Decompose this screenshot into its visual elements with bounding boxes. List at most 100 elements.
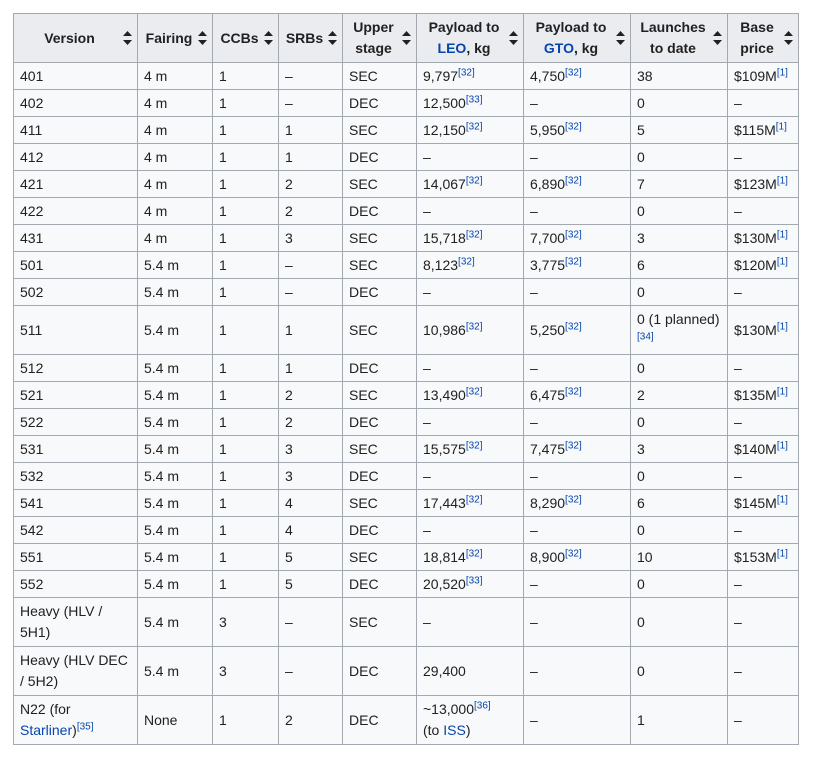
- cell-srbs: 1: [278, 143, 343, 171]
- sort-icon[interactable]: [198, 31, 207, 45]
- citation-link[interactable]: [32]: [565, 440, 582, 451]
- sort-icon[interactable]: [402, 31, 411, 45]
- launches-value: 10: [637, 548, 653, 565]
- header-link-gto[interactable]: GTO: [544, 40, 574, 56]
- citation-link[interactable]: [1]: [777, 229, 788, 240]
- citation-link[interactable]: [32]: [466, 548, 483, 559]
- cell-price: $120M[1]: [727, 251, 799, 279]
- column-header-gto[interactable]: Payload to GTO, kg: [523, 13, 631, 63]
- citation-link[interactable]: [32]: [565, 321, 582, 332]
- leo-value: 12,150: [423, 121, 466, 138]
- citation-link[interactable]: [32]: [565, 548, 582, 559]
- cell-launches: 38: [630, 62, 728, 90]
- column-header-fairing[interactable]: Fairing: [137, 13, 213, 63]
- cell-leo: 10,986[32]: [416, 305, 524, 355]
- sort-icon[interactable]: [509, 31, 518, 45]
- cell-leo: 12,150[32]: [416, 116, 524, 144]
- cell-upper: SEC: [342, 597, 417, 647]
- citation-link[interactable]: [1]: [777, 256, 788, 267]
- cell-upper: SEC: [342, 305, 417, 355]
- cell-version: 411: [13, 116, 138, 144]
- citation-link[interactable]: [33]: [466, 575, 483, 586]
- header-suffix: , kg: [573, 40, 599, 56]
- cell-upper: DEC: [342, 570, 417, 598]
- sort-icon[interactable]: [123, 31, 132, 45]
- sort-icon[interactable]: [616, 31, 625, 45]
- cell-version: 511: [13, 305, 138, 355]
- sort-icon[interactable]: [784, 31, 793, 45]
- header-line: LEO, kg: [423, 38, 505, 59]
- cell-gto: 6,890[32]: [523, 170, 631, 198]
- citation-link[interactable]: [32]: [458, 256, 475, 267]
- citation-link[interactable]: [32]: [565, 121, 582, 132]
- sort-icon[interactable]: [328, 31, 337, 45]
- iss-link[interactable]: ISS: [443, 722, 466, 738]
- citation-link[interactable]: [32]: [565, 229, 582, 240]
- citation-link[interactable]: [32]: [565, 175, 582, 186]
- cell-srbs: –: [278, 89, 343, 117]
- cell-fairing: 5.4 m: [137, 354, 213, 382]
- launches-value: 0: [637, 613, 645, 630]
- cell-price: $145M[1]: [727, 489, 799, 517]
- cell-gto: –: [523, 143, 631, 171]
- cell-gto: 7,475[32]: [523, 435, 631, 463]
- cell-gto: 7,700[32]: [523, 224, 631, 252]
- column-header-srbs[interactable]: SRBs: [278, 13, 343, 63]
- gto-value: –: [530, 148, 538, 165]
- cell-fairing: 5.4 m: [137, 597, 213, 647]
- header-line: Version: [44, 29, 95, 46]
- starliner-link[interactable]: Starliner: [20, 722, 72, 738]
- citation-link[interactable]: [32]: [466, 386, 483, 397]
- citation-link[interactable]: [32]: [565, 386, 582, 397]
- citation-link[interactable]: [1]: [777, 67, 788, 78]
- citation-link[interactable]: [1]: [777, 440, 788, 451]
- citation-link[interactable]: [1]: [777, 175, 788, 186]
- leo-value: 12,500: [423, 94, 466, 111]
- cell-fairing: 5.4 m: [137, 646, 213, 696]
- leo-value: 18,814: [423, 548, 466, 565]
- leo-value: –: [423, 148, 431, 165]
- column-header-leo[interactable]: Payload to LEO, kg: [416, 13, 524, 63]
- header-line: SRBs: [285, 29, 324, 46]
- sort-icon[interactable]: [713, 31, 722, 45]
- column-header-version[interactable]: Version: [13, 13, 138, 63]
- cell-fairing: 5.4 m: [137, 435, 213, 463]
- citation-link[interactable]: [32]: [466, 175, 483, 186]
- cell-gto: –: [523, 89, 631, 117]
- price-value: $130M: [734, 321, 777, 338]
- citation-link[interactable]: [35]: [77, 721, 94, 732]
- citation-link[interactable]: [1]: [776, 121, 787, 132]
- cell-fairing: 4 m: [137, 143, 213, 171]
- citation-link[interactable]: [36]: [474, 700, 491, 711]
- citation-link[interactable]: [1]: [777, 386, 788, 397]
- cell-launches: 0: [630, 143, 728, 171]
- citation-link[interactable]: [32]: [466, 229, 483, 240]
- sort-icon[interactable]: [264, 31, 273, 45]
- cell-leo: –: [416, 597, 524, 647]
- citation-link[interactable]: [1]: [777, 548, 788, 559]
- citation-link[interactable]: [32]: [466, 321, 483, 332]
- header-link-leo[interactable]: LEO: [438, 40, 467, 56]
- column-header-launches[interactable]: Launches to date: [630, 13, 728, 63]
- citation-link[interactable]: [32]: [466, 494, 483, 505]
- launches-value: 6: [637, 256, 645, 273]
- version-text: 552: [20, 575, 44, 592]
- citation-link[interactable]: [1]: [777, 494, 788, 505]
- header-line: Upper: [353, 19, 394, 35]
- citation-link[interactable]: [34]: [637, 331, 654, 342]
- citation-link[interactable]: [33]: [466, 94, 483, 105]
- column-header-price[interactable]: Base price: [727, 13, 799, 63]
- citation-link[interactable]: [32]: [565, 494, 582, 505]
- citation-link[interactable]: [1]: [777, 321, 788, 332]
- citation-link[interactable]: [32]: [458, 67, 475, 78]
- launches-value: 1: [637, 711, 645, 728]
- citation-link[interactable]: [32]: [466, 121, 483, 132]
- citation-link[interactable]: [32]: [565, 256, 582, 267]
- cell-launches: 3: [630, 224, 728, 252]
- table-row: 431 4 m 1 3 SEC 15,718[32] 7,700[32] 3 $130M[1]: [13, 224, 799, 252]
- column-header-ccbs[interactable]: CCBs: [212, 13, 279, 63]
- citation-link[interactable]: [32]: [565, 67, 582, 78]
- cell-fairing: 5.4 m: [137, 381, 213, 409]
- citation-link[interactable]: [32]: [466, 440, 483, 451]
- column-header-upper[interactable]: Upper stage: [342, 13, 417, 63]
